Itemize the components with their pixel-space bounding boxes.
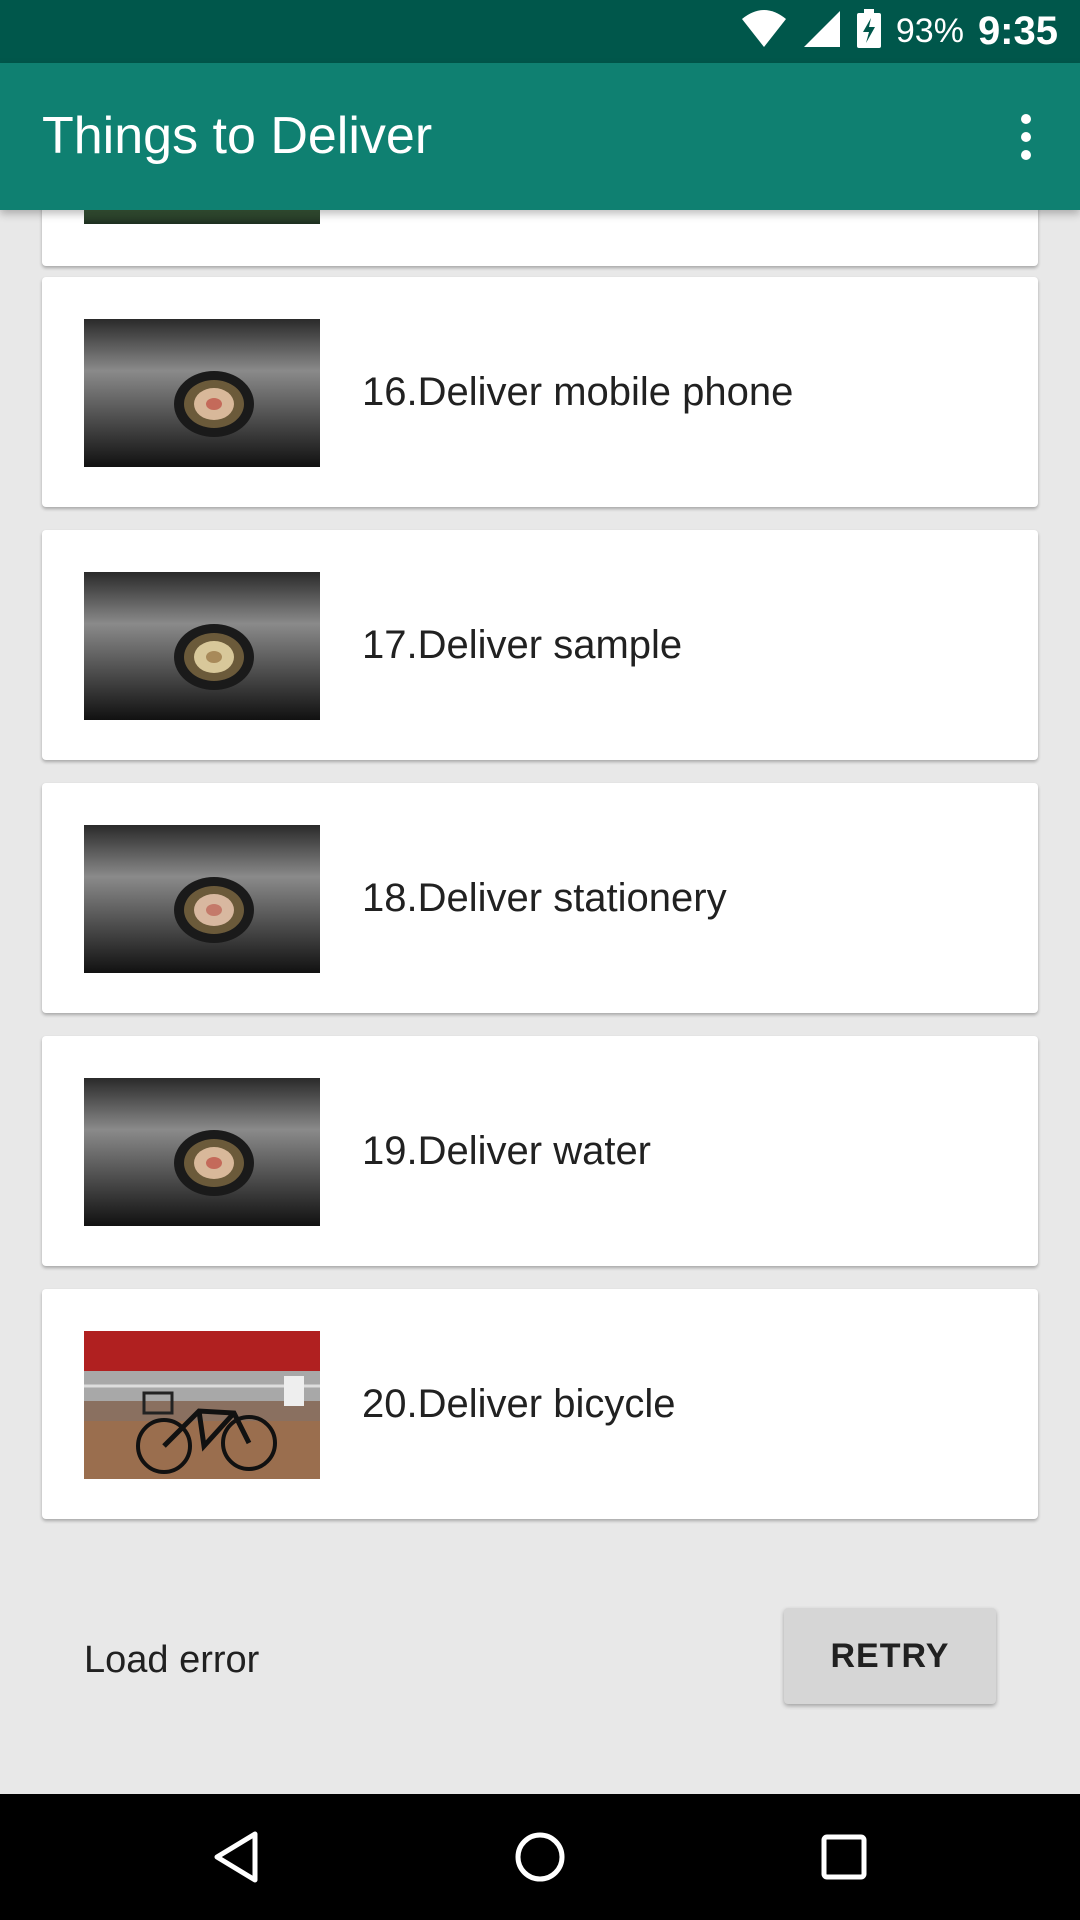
- item-label: 16.Deliver mobile phone: [362, 370, 794, 414]
- item-label: 20.Deliver bicycle: [362, 1382, 676, 1426]
- item-thumbnail: [84, 319, 320, 467]
- item-label: 19.Deliver water: [362, 1129, 652, 1173]
- list-item[interactable]: 20.Deliver bicycle: [42, 1289, 1038, 1519]
- item-thumbnail: [84, 1078, 320, 1226]
- overflow-menu-icon-dot: [1021, 150, 1031, 160]
- home-icon: [515, 1832, 565, 1882]
- list-item[interactable]: 18.Deliver stationery: [42, 783, 1038, 1013]
- overflow-menu-icon: [1021, 114, 1031, 124]
- item-label: 17.Deliver sample: [362, 623, 683, 667]
- status-icons: 93% 9:35: [740, 0, 1058, 63]
- app-bar: Things to Deliver: [0, 63, 1080, 210]
- item-label: 18.Deliver stationery: [362, 876, 727, 920]
- battery-charging-icon: [856, 9, 882, 54]
- load-error-row: Load error RETRY: [42, 1590, 1038, 1730]
- status-bar: 93% 9:35: [0, 0, 1080, 63]
- recents-button[interactable]: [774, 1794, 914, 1920]
- list-item[interactable]: 19.Deliver water: [42, 1036, 1038, 1266]
- wifi-icon: [740, 9, 788, 54]
- system-nav-bar: [0, 1794, 1080, 1920]
- item-thumbnail: [84, 1331, 320, 1479]
- list-item[interactable]: 17.Deliver sample: [42, 530, 1038, 760]
- item-thumbnail: [84, 572, 320, 720]
- back-icon: [214, 1831, 258, 1883]
- retry-button[interactable]: RETRY: [784, 1608, 996, 1704]
- item-thumbnail: [84, 825, 320, 973]
- back-button[interactable]: [166, 1794, 306, 1920]
- home-button[interactable]: [470, 1794, 610, 1920]
- delivery-list[interactable]: 16.Deliver mobile phone 17.Deliver sampl…: [0, 210, 1080, 1794]
- signal-icon: [802, 9, 842, 54]
- overflow-menu-button[interactable]: [994, 105, 1058, 169]
- item-thumbnail: [84, 210, 320, 224]
- battery-percent: 93%: [895, 12, 964, 50]
- load-error-text: Load error: [84, 1639, 260, 1681]
- clock: 9:35: [977, 9, 1058, 53]
- list-item[interactable]: 16.Deliver mobile phone: [42, 277, 1038, 507]
- recents-icon: [821, 1834, 867, 1880]
- list-item-partial[interactable]: [42, 210, 1038, 266]
- page-title: Things to Deliver: [42, 107, 433, 165]
- overflow-menu-icon-dot: [1021, 132, 1031, 142]
